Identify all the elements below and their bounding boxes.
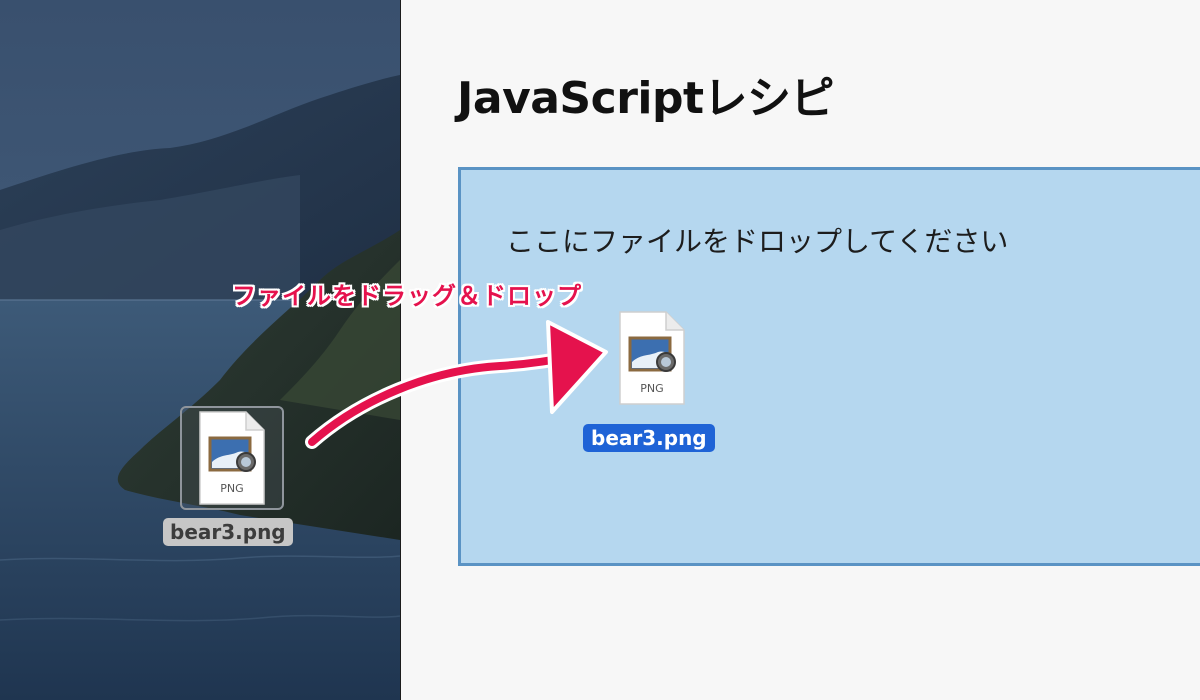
desktop-wallpaper	[0, 0, 400, 700]
file-type-label: PNG	[640, 382, 664, 395]
file-type-label: PNG	[220, 482, 244, 495]
file-drop-zone[interactable]: ここにファイルをドロップしてください	[458, 167, 1200, 566]
dragged-file-name[interactable]: bear3.png	[583, 424, 715, 452]
png-file-icon[interactable]: PNG	[196, 410, 268, 506]
drop-zone-instruction: ここにファイルをドロップしてください	[506, 225, 1009, 258]
desktop-file-name[interactable]: bear3.png	[163, 518, 293, 546]
annotation-label: ファイルをドラッグ＆ドロップ	[232, 282, 582, 310]
page-title: JavaScriptレシピ	[457, 73, 835, 124]
screen: JavaScriptレシピ ここにファイルをドロップしてください PNG bea…	[0, 0, 1200, 700]
wallpaper-landscape-image	[0, 0, 400, 700]
browser-page: JavaScriptレシピ ここにファイルをドロップしてください	[400, 0, 1200, 700]
dragged-png-file-icon[interactable]: PNG	[616, 310, 688, 406]
